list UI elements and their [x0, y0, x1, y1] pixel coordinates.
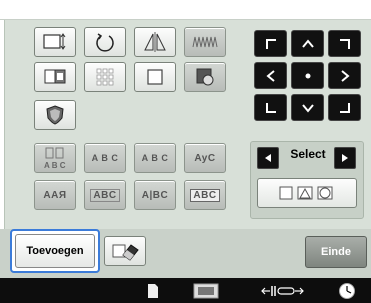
- resize-icon: [43, 33, 66, 50]
- nav-center-icon: [305, 73, 310, 78]
- outline-button[interactable]: [134, 62, 176, 92]
- text-array-icon: A B C: [44, 147, 66, 170]
- end-button-label: Einde: [321, 246, 351, 258]
- straight-text-sample: A B C: [141, 153, 169, 163]
- scissors-text-sample: AyC: [194, 152, 216, 164]
- nav-right-icon: [340, 69, 350, 82]
- top-bar: [0, 0, 371, 20]
- color-button[interactable]: [184, 62, 226, 92]
- nav-up-right-icon: [339, 38, 350, 49]
- nav-down-button[interactable]: [291, 94, 324, 121]
- border-icon: [44, 69, 66, 84]
- nav-center-button[interactable]: [291, 62, 324, 89]
- rotate-button[interactable]: [84, 27, 126, 57]
- color-icon: [196, 68, 214, 86]
- spacing-text-button[interactable]: AyC: [184, 143, 226, 173]
- nav-right-button[interactable]: [328, 62, 361, 89]
- text-array-button[interactable]: A B C: [34, 143, 76, 173]
- clock-status[interactable]: [335, 280, 359, 301]
- select-label: Select: [290, 147, 326, 161]
- memory-icon: [148, 283, 158, 298]
- applique-icon: [46, 105, 64, 125]
- delete-button[interactable]: [104, 236, 146, 266]
- stitch-status[interactable]: [258, 280, 308, 301]
- eraser-icon: [112, 244, 139, 261]
- nav-left-button[interactable]: [254, 62, 287, 89]
- end-button[interactable]: Einde: [305, 236, 367, 268]
- nav-down-right-button[interactable]: [328, 94, 361, 121]
- applique-button[interactable]: [34, 100, 76, 130]
- nav-down-left-button[interactable]: [254, 94, 287, 121]
- nav-down-icon: [301, 103, 314, 113]
- straight-text-button[interactable]: A B C: [134, 143, 176, 173]
- nav-up-left-button[interactable]: [254, 30, 287, 57]
- nav-up-left-icon: [265, 38, 276, 49]
- shapes-icon: [279, 186, 333, 200]
- shape-select-button[interactable]: [257, 178, 357, 208]
- boundary-text-sample: A|BC: [141, 189, 169, 201]
- arc-text-sample: A B C: [91, 153, 119, 163]
- add-button-label: Toevoegen: [15, 234, 95, 268]
- status-bar: [0, 278, 371, 303]
- select-prev-button[interactable]: [257, 147, 279, 169]
- mirror-button[interactable]: [134, 27, 176, 57]
- stitch-icon: [261, 285, 304, 296]
- box-text-sample: ABC: [90, 188, 120, 202]
- nav-up-right-button[interactable]: [328, 30, 361, 57]
- select-next-button[interactable]: [334, 147, 356, 169]
- triangle-left-icon: [265, 154, 271, 162]
- density-button[interactable]: [184, 27, 226, 57]
- arc-text-button[interactable]: A B C: [84, 143, 126, 173]
- clock-icon: [339, 282, 355, 299]
- add-button[interactable]: Toevoegen: [10, 229, 100, 273]
- density-icon: [192, 36, 218, 48]
- resize-button[interactable]: [34, 27, 76, 57]
- nav-left-icon: [265, 69, 275, 82]
- mirror-icon: [144, 32, 166, 52]
- array-icon: [96, 68, 114, 86]
- array-button[interactable]: [84, 62, 126, 92]
- frame-text-sample: ABC: [190, 188, 220, 202]
- frame-text-button[interactable]: ABC: [184, 180, 226, 210]
- hoop-icon: [193, 283, 219, 298]
- bold-text-sample: AAЯ: [43, 189, 67, 201]
- text-boundary-button[interactable]: A|BC: [134, 180, 176, 210]
- hoop-status[interactable]: [190, 280, 222, 301]
- nav-down-right-icon: [339, 102, 350, 113]
- triangle-right-icon: [342, 154, 348, 162]
- nav-up-icon: [301, 38, 314, 48]
- border-button[interactable]: [34, 62, 76, 92]
- memory-status[interactable]: [140, 280, 166, 301]
- bold-text-button[interactable]: AAЯ: [34, 180, 76, 210]
- nav-up-button[interactable]: [291, 30, 324, 57]
- svg-text:A B C: A B C: [44, 161, 66, 170]
- box-text-button[interactable]: ABC: [84, 180, 126, 210]
- rotate-icon: [96, 33, 114, 52]
- nav-down-left-icon: [265, 102, 276, 113]
- outline-icon: [147, 69, 163, 85]
